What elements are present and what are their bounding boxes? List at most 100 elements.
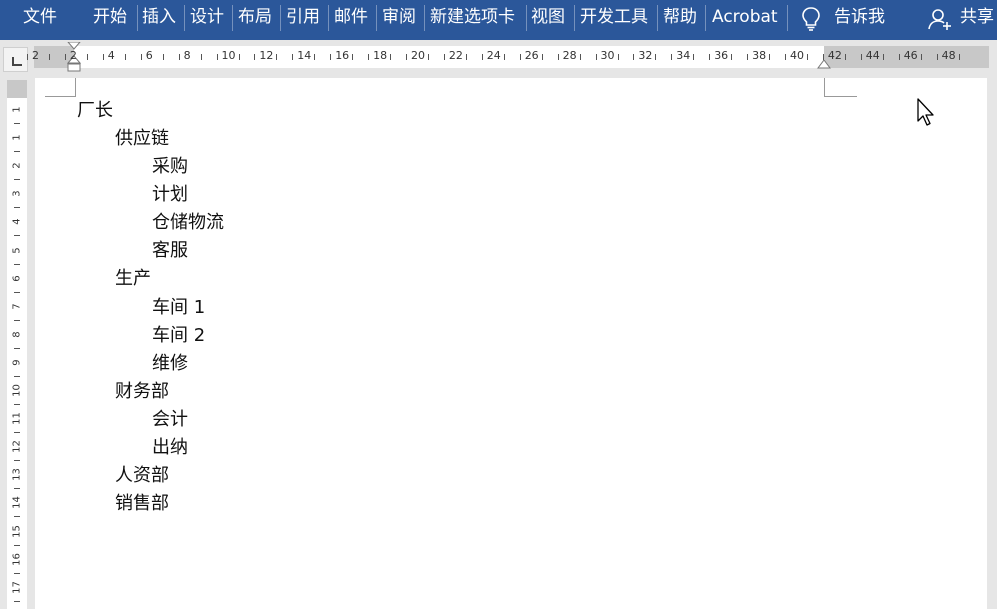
tab-review[interactable]: 审阅 xyxy=(382,0,416,36)
ruler-label: 22 xyxy=(448,49,463,62)
ruler-tick xyxy=(936,54,938,60)
vertical-ruler-label: 6 xyxy=(11,274,23,282)
ruler-label: 38 xyxy=(752,49,767,62)
outline-line[interactable]: 供应链 xyxy=(115,128,169,150)
ruler-tick xyxy=(49,54,50,60)
ruler-top-margin xyxy=(7,80,27,98)
tab-separator xyxy=(787,5,788,31)
vertical-ruler-tick xyxy=(14,432,20,434)
ruler-tick xyxy=(238,54,240,60)
vertical-ruler-label: 12 xyxy=(11,440,23,454)
tab-mailings[interactable]: 邮件 xyxy=(334,0,368,36)
vertical-ruler-tick xyxy=(14,488,20,490)
vertical-ruler-label: 10 xyxy=(11,384,23,397)
ruler-tick xyxy=(124,54,126,60)
outline-line[interactable]: 财务部 xyxy=(115,381,169,403)
ruler-tick xyxy=(330,54,332,60)
vertical-ruler-tick xyxy=(14,600,20,602)
tab-developer[interactable]: 开发工具 xyxy=(580,0,648,36)
vertical-ruler[interactable]: 1 1 2 3 4 5 6 7 8 9 10 11 12 13 14 15 16 17 xyxy=(7,80,27,609)
vertical-ruler-label: 5 xyxy=(11,246,23,254)
ruler-tick xyxy=(276,54,278,60)
vertical-ruler-tick xyxy=(14,179,20,181)
outline-line[interactable]: 仓储物流 xyxy=(152,212,224,234)
outline-line[interactable]: 出纳 xyxy=(152,437,188,459)
tab-separator xyxy=(526,5,527,31)
horizontal-ruler[interactable]: 2 2 4 6 8 10 12 14 16 18 20 22 24 26 28 30 32 34 36 38 40 42 4… xyxy=(27,42,989,72)
vertical-ruler-tick xyxy=(14,291,20,293)
outline-line[interactable]: 维修 xyxy=(152,353,188,375)
tab-new-tab[interactable]: 新建选项卡 xyxy=(430,0,515,36)
ruler-label: 44 xyxy=(865,49,880,62)
ruler-tick xyxy=(747,54,749,60)
tab-insert[interactable]: 插入 xyxy=(142,0,176,36)
tab-separator xyxy=(424,5,425,31)
ruler-tick xyxy=(406,54,407,60)
ruler-tick xyxy=(519,54,521,60)
vertical-ruler-tick xyxy=(14,544,20,546)
ruler-tick xyxy=(633,54,635,60)
share-person-icon[interactable] xyxy=(928,7,952,31)
tab-references[interactable]: 引用 xyxy=(286,0,320,36)
share-button[interactable]: 共享 xyxy=(960,0,994,36)
vertical-ruler-label: 16 xyxy=(11,552,23,566)
document-page[interactable]: 厂长 供应链 采购 计划 仓储物流 客服 生产 车间 1 车间 2 维修 财务部… xyxy=(35,78,987,609)
tab-separator xyxy=(705,5,706,31)
outline-line[interactable]: 生产 xyxy=(115,268,151,290)
tab-file[interactable]: 文件 xyxy=(23,0,57,36)
crop-mark xyxy=(45,96,76,97)
vertical-ruler-tick xyxy=(14,123,20,124)
ruler-tick xyxy=(216,54,218,60)
lightbulb-icon[interactable] xyxy=(800,6,822,32)
vertical-ruler-tick xyxy=(14,460,20,462)
ruler-tick xyxy=(671,54,673,60)
tab-acrobat[interactable]: Acrobat xyxy=(712,0,778,36)
ruler-label: 16 xyxy=(335,49,350,62)
tab-design[interactable]: 设计 xyxy=(190,0,224,36)
tab-view[interactable]: 视图 xyxy=(531,0,565,36)
outline-line[interactable]: 采购 xyxy=(152,156,188,178)
outline-line[interactable]: 会计 xyxy=(152,409,188,431)
ruler-label: 42 xyxy=(827,49,842,62)
outline-line[interactable]: 厂长 xyxy=(77,100,113,122)
ruler-tick xyxy=(503,54,505,60)
outline-line[interactable]: 车间 1 xyxy=(152,297,205,319)
vertical-ruler-tick xyxy=(14,404,20,405)
outline-line[interactable]: 计划 xyxy=(152,184,188,206)
ruler-label: 32 xyxy=(638,49,653,62)
vertical-ruler-tick xyxy=(14,207,20,209)
ruler-tick xyxy=(693,54,695,60)
tab-stop-selector[interactable] xyxy=(3,47,28,72)
ruler-tick xyxy=(314,54,316,60)
vertical-ruler-tick xyxy=(14,263,20,265)
tab-layout[interactable]: 布局 xyxy=(238,0,272,36)
vertical-ruler-tick xyxy=(14,319,20,321)
ribbon-tab-bar: 文件 开始 插入 设计 布局 引用 邮件 审阅 新建选项卡 视图 开发工具 帮助… xyxy=(0,0,997,40)
ruler-tick xyxy=(102,54,104,60)
ruler-label: 2 xyxy=(32,49,39,62)
ruler-tick xyxy=(200,54,202,60)
ruler-label: 14 xyxy=(297,49,312,62)
ruler-tick xyxy=(785,54,786,60)
outline-line[interactable]: 人资部 xyxy=(115,465,169,487)
ruler-tick xyxy=(443,54,445,60)
tab-separator xyxy=(376,5,377,31)
vertical-ruler-label: 1 xyxy=(11,106,23,113)
tab-separator xyxy=(657,5,658,31)
tab-home[interactable]: 开始 xyxy=(93,0,127,36)
vertical-ruler-tick xyxy=(14,235,20,237)
vertical-ruler-label: 14 xyxy=(11,496,23,510)
tab-help[interactable]: 帮助 xyxy=(663,0,697,36)
tell-me-search[interactable]: 告诉我 xyxy=(834,0,885,36)
vertical-ruler-tick xyxy=(14,151,20,153)
vertical-ruler-label: 8 xyxy=(11,331,23,338)
ruler-tick xyxy=(920,54,922,60)
ruler-tick xyxy=(254,54,256,60)
outline-line[interactable]: 销售部 xyxy=(115,493,169,515)
outline-line[interactable]: 客服 xyxy=(152,240,188,262)
ruler-tick xyxy=(541,54,543,60)
ruler-label: 34 xyxy=(676,49,691,62)
ruler-label: 24 xyxy=(486,49,501,62)
ruler-tick xyxy=(860,54,862,60)
outline-line[interactable]: 车间 2 xyxy=(152,325,205,347)
